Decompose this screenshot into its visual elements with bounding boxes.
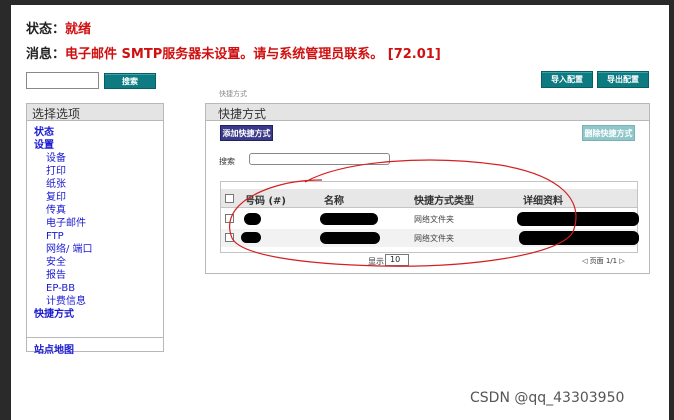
breadcrumb: 快捷方式 [219, 90, 247, 98]
status-line: 状态：就绪 [26, 18, 91, 37]
nav-item-security[interactable]: 安全 [34, 256, 93, 269]
redacted-details [519, 231, 639, 245]
nav-item-device[interactable]: 设备 [34, 152, 93, 165]
nav-item-ep-bb[interactable]: EP-BB [34, 282, 93, 295]
redacted-details [517, 212, 639, 226]
web-page: 状态：就绪 消息：电子邮件 SMTP服务器未设置。请与系统管理员联系。 [72.… [11, 5, 669, 420]
redacted-number [244, 213, 261, 225]
nav-item-network-port[interactable]: 网络/ 端口 [34, 243, 93, 256]
show-label: 显示 [368, 257, 384, 266]
page-navigation: ◁ 页面 1/1 ▷ [582, 256, 625, 266]
column-type[interactable]: 快捷方式类型 [414, 192, 474, 207]
column-details[interactable]: 详细资料 [523, 192, 563, 207]
shortcuts-panel: 快捷方式 添加快捷方式 删除快捷方式 搜索 号码 (#) 名称 快捷方式类型 详… [205, 103, 650, 274]
column-name[interactable]: 名称 [324, 192, 344, 207]
export-config-button[interactable]: 导出配置 [597, 71, 649, 88]
nav-item-status[interactable]: 状态 [34, 126, 93, 139]
nav-item-shortcuts[interactable]: 快捷方式 [34, 308, 93, 321]
sitemap-link[interactable]: 站点地图 [34, 341, 74, 356]
nav-item-ftp[interactable]: FTP [34, 230, 93, 243]
page-indicator: 页面 1/1 [589, 257, 618, 265]
row-checkbox[interactable] [225, 214, 234, 223]
select-all-checkbox[interactable] [225, 194, 234, 203]
import-config-button[interactable]: 导入配置 [541, 71, 593, 88]
status-value: 就绪 [65, 22, 92, 37]
next-page-icon[interactable]: ▷ [619, 257, 624, 265]
top-search-input[interactable] [26, 72, 99, 89]
shortcut-type: 网络文件夹 [414, 234, 454, 243]
search-button[interactable]: 搜索 [104, 73, 156, 89]
nav-item-email[interactable]: 电子邮件 [34, 217, 93, 230]
status-label: 状态： [26, 22, 66, 37]
table-row[interactable]: 网络文件夹 [221, 229, 639, 247]
message-line: 消息：电子邮件 SMTP服务器未设置。请与系统管理员联系。 [72.01] [26, 43, 441, 62]
nav-item-fax[interactable]: 传真 [34, 204, 93, 217]
nav-item-settings[interactable]: 设置 [34, 139, 93, 152]
filter-input[interactable] [249, 153, 390, 165]
shortcut-type: 网络文件夹 [414, 215, 454, 224]
message-value: 电子邮件 SMTP服务器未设置。请与系统管理员联系。 [72.01] [65, 47, 441, 62]
redacted-name [320, 213, 378, 225]
sidebar-title: 选择选项 [27, 104, 163, 121]
page-size-input[interactable]: 10 [385, 254, 409, 266]
redacted-name [320, 232, 380, 244]
pager: 显示 10 ◁ 页面 1/1 ▷ [206, 254, 649, 270]
table-row[interactable]: 网络文件夹 [221, 210, 639, 228]
sidebar: 选择选项 状态 设置 设备 打印 纸张 复印 传真 电子邮件 FTP 网络/ 端… [26, 103, 164, 356]
nav-item-paper[interactable]: 纸张 [34, 178, 93, 191]
shortcuts-table: 号码 (#) 名称 快捷方式类型 详细资料 网络文件夹 网络文件夹 [220, 181, 639, 253]
sidebar-divider [27, 337, 163, 338]
nav-list: 状态 设置 设备 打印 纸张 复印 传真 电子邮件 FTP 网络/ 端口 安全 … [34, 126, 93, 321]
nav-item-print[interactable]: 打印 [34, 165, 93, 178]
prev-page-icon[interactable]: ◁ [582, 257, 587, 265]
panel-title: 快捷方式 [206, 104, 649, 121]
add-shortcut-button[interactable]: 添加快捷方式 [220, 125, 273, 141]
nav-item-billing[interactable]: 计费信息 [34, 295, 93, 308]
message-label: 消息： [26, 47, 66, 62]
filter-label: 搜索 [219, 157, 235, 166]
redacted-number [241, 232, 261, 243]
nav-item-copy[interactable]: 复印 [34, 191, 93, 204]
column-number[interactable]: 号码 (#) [245, 192, 286, 207]
nav-item-report[interactable]: 报告 [34, 269, 93, 282]
row-checkbox[interactable] [225, 233, 234, 242]
table-header: 号码 (#) 名称 快捷方式类型 详细资料 [221, 189, 637, 208]
delete-shortcut-button[interactable]: 删除快捷方式 [582, 125, 635, 141]
watermark: CSDN @qq_43303950 [470, 390, 625, 406]
